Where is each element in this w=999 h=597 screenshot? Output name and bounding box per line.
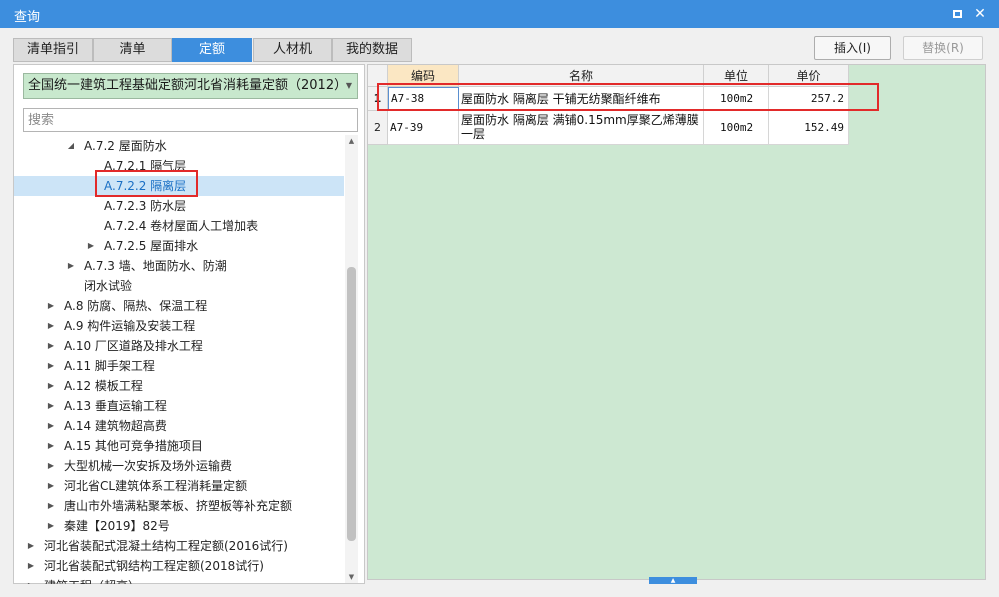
expand-caret-icon[interactable]: ▶ bbox=[26, 556, 36, 576]
expand-caret-icon[interactable]: ▶ bbox=[46, 436, 56, 456]
tree-item[interactable]: ▶ A.8 防腐、隔热、保温工程 bbox=[14, 296, 344, 316]
tree-item-label: A.7.2.4 卷材屋面人工增加表 bbox=[104, 219, 259, 233]
tree-item-label: 河北省CL建筑体系工程消耗量定额 bbox=[64, 479, 248, 493]
highlight-box bbox=[377, 83, 879, 111]
collapse-caret-icon[interactable]: ◢ bbox=[66, 136, 76, 156]
code-cell[interactable]: A7-39 bbox=[388, 111, 459, 145]
splitter-handle[interactable]: ▲ bbox=[649, 577, 697, 584]
search-input[interactable] bbox=[23, 108, 358, 132]
tab-bill[interactable]: 清单 bbox=[93, 38, 172, 62]
tree-item[interactable]: ▶ A.7.3 墙、地面防水、防潮 bbox=[14, 256, 344, 276]
quota-library-panel: 全国统一建筑工程基础定额河北省消耗量定额（2012） ▼ ◢ A.7.2 屋面防水… bbox=[13, 64, 365, 585]
expand-caret-icon[interactable]: ▶ bbox=[46, 356, 56, 376]
tab-quota[interactable]: 定额 bbox=[172, 38, 252, 62]
window-title: 查询 bbox=[14, 10, 41, 25]
tree-item[interactable]: ▶ 唐山市外墙满粘聚苯板、挤塑板等补充定额 bbox=[14, 496, 344, 516]
tree-item-label: A.12 模板工程 bbox=[64, 379, 143, 393]
expand-caret-icon[interactable]: ▶ bbox=[46, 516, 56, 536]
close-icon[interactable]: ✕ bbox=[970, 4, 990, 24]
expand-caret-icon[interactable]: ▶ bbox=[46, 376, 56, 396]
tree-item[interactable]: A.7.2.4 卷材屋面人工增加表 bbox=[14, 216, 344, 236]
expand-caret-icon[interactable]: ▶ bbox=[66, 256, 76, 276]
tree-item-label: A.9 构件运输及安装工程 bbox=[64, 319, 196, 333]
tree-item-label: 大型机械一次安拆及场外运输费 bbox=[64, 459, 233, 473]
tree-item[interactable]: ▶ 河北省装配式钢结构工程定额(2018试行) bbox=[14, 556, 344, 576]
tree-item[interactable]: ▶ A.15 其他可竞争措施项目 bbox=[14, 436, 344, 456]
row-number[interactable]: 2 bbox=[368, 111, 388, 145]
tree-item[interactable]: ▶ A.14 建筑物超高费 bbox=[14, 416, 344, 436]
tab-bill-guide[interactable]: 清单指引 bbox=[13, 38, 93, 62]
tree-item[interactable]: ◢ A.7.2 屋面防水 bbox=[14, 136, 344, 156]
query-dialog: 查询 ✕ 清单指引 清单 定额 人材机 我的数据 插入(I) 替换(R) 全国统… bbox=[0, 0, 999, 597]
library-select-value: 全国统一建筑工程基础定额河北省消耗量定额（2012） bbox=[28, 78, 348, 93]
expand-caret-icon[interactable]: ▶ bbox=[46, 456, 56, 476]
tree-item-label: A.7.2 屋面防水 bbox=[84, 139, 167, 153]
scrollbar-thumb[interactable] bbox=[347, 267, 356, 541]
tree-item[interactable]: ▶ 河北省CL建筑体系工程消耗量定额 bbox=[14, 476, 344, 496]
tree-item-label: A.13 垂直运输工程 bbox=[64, 399, 167, 413]
expand-caret-icon[interactable]: ▶ bbox=[46, 476, 56, 496]
tree-item-label: A.15 其他可竞争措施项目 bbox=[64, 439, 203, 453]
expand-caret-icon[interactable]: ▶ bbox=[86, 236, 96, 256]
tree-item[interactable]: A.7.2.3 防水层 bbox=[14, 196, 344, 216]
chapter-tree: ◢ A.7.2 屋面防水 A.7.2.1 隔气层 A.7.2.2 隔离层 A.7.2.3… bbox=[14, 135, 344, 585]
expand-caret-icon[interactable]: ▶ bbox=[46, 396, 56, 416]
tab-my-data[interactable]: 我的数据 bbox=[332, 38, 412, 62]
tree-item[interactable]: ▶ A.7.2.5 屋面排水 bbox=[14, 236, 344, 256]
tree-item[interactable]: ▶ 大型机械一次安拆及场外运输费 bbox=[14, 456, 344, 476]
tree-item-label: A.8 防腐、隔热、保温工程 bbox=[64, 299, 208, 313]
tree-item-label: A.10 厂区道路及排水工程 bbox=[64, 339, 203, 353]
price-cell[interactable]: 152.49 bbox=[769, 111, 849, 145]
expand-caret-icon[interactable]: ▶ bbox=[46, 316, 56, 336]
tree-item-label: 闭水试验 bbox=[84, 279, 133, 293]
library-select[interactable]: 全国统一建筑工程基础定额河北省消耗量定额（2012） ▼ bbox=[23, 73, 358, 99]
tree-item-label: A.7.3 墙、地面防水、防潮 bbox=[84, 259, 227, 273]
scroll-up-icon[interactable]: ▲ bbox=[345, 135, 358, 147]
restore-icon[interactable] bbox=[948, 4, 968, 24]
tree-item-label: A.14 建筑物超高费 bbox=[64, 419, 167, 433]
tree-item-label: A.7.2.3 防水层 bbox=[104, 199, 187, 213]
tree-item-label: 河北省装配式钢结构工程定额(2018试行) bbox=[44, 559, 264, 573]
insert-button[interactable]: 插入(I) bbox=[814, 36, 891, 60]
tree-item-label: 河北省装配式混凝土结构工程定额(2016试行) bbox=[44, 539, 288, 553]
chevron-down-icon[interactable]: ▼ bbox=[346, 74, 352, 98]
tree-item[interactable]: 闭水试验 bbox=[14, 276, 344, 296]
expand-caret-icon[interactable]: ▶ bbox=[26, 536, 36, 556]
dialog-footer bbox=[0, 584, 999, 597]
tree-item[interactable]: ▶ A.9 构件运输及安装工程 bbox=[14, 316, 344, 336]
tree-item[interactable]: ▶ 河北省装配式混凝土结构工程定额(2016试行) bbox=[14, 536, 344, 556]
expand-caret-icon[interactable]: ▶ bbox=[46, 416, 56, 436]
tree-item[interactable]: ▶ A.10 厂区道路及排水工程 bbox=[14, 336, 344, 356]
title-bar: 查询 ✕ bbox=[0, 0, 999, 28]
quota-results-grid: 编码 名称 单位 单价 1 A7-38 屋面防水 隔离层 干铺无纺聚酯纤维布 1… bbox=[367, 64, 986, 580]
tree-item[interactable]: ▶ 秦建【2019】82号 bbox=[14, 516, 344, 536]
tree-item-label: 秦建【2019】82号 bbox=[64, 519, 170, 533]
scroll-down-icon[interactable]: ▼ bbox=[345, 571, 358, 583]
tree-item[interactable]: ▶ A.12 模板工程 bbox=[14, 376, 344, 396]
expand-caret-icon[interactable]: ▶ bbox=[46, 336, 56, 356]
unit-cell[interactable]: 100m2 bbox=[704, 111, 769, 145]
tree-item-label: 唐山市外墙满粘聚苯板、挤塑板等补充定额 bbox=[64, 499, 293, 513]
expand-caret-icon[interactable]: ▶ bbox=[46, 296, 56, 316]
tree-item-label: A.7.2.5 屋面排水 bbox=[104, 239, 199, 253]
highlight-box bbox=[95, 170, 198, 197]
name-cell[interactable]: 屋面防水 隔离层 满铺0.15mm厚聚乙烯薄膜一层 bbox=[459, 111, 704, 145]
tree-scrollbar[interactable]: ▲ ▼ bbox=[345, 135, 358, 583]
replace-button[interactable]: 替换(R) bbox=[903, 36, 983, 60]
expand-caret-icon[interactable]: ▶ bbox=[46, 496, 56, 516]
tab-labor-material-machine[interactable]: 人材机 bbox=[253, 38, 332, 62]
tree-item[interactable]: ▶ A.13 垂直运输工程 bbox=[14, 396, 344, 416]
tree-item-label: A.11 脚手架工程 bbox=[64, 359, 155, 373]
tree-item[interactable]: ▶ A.11 脚手架工程 bbox=[14, 356, 344, 376]
